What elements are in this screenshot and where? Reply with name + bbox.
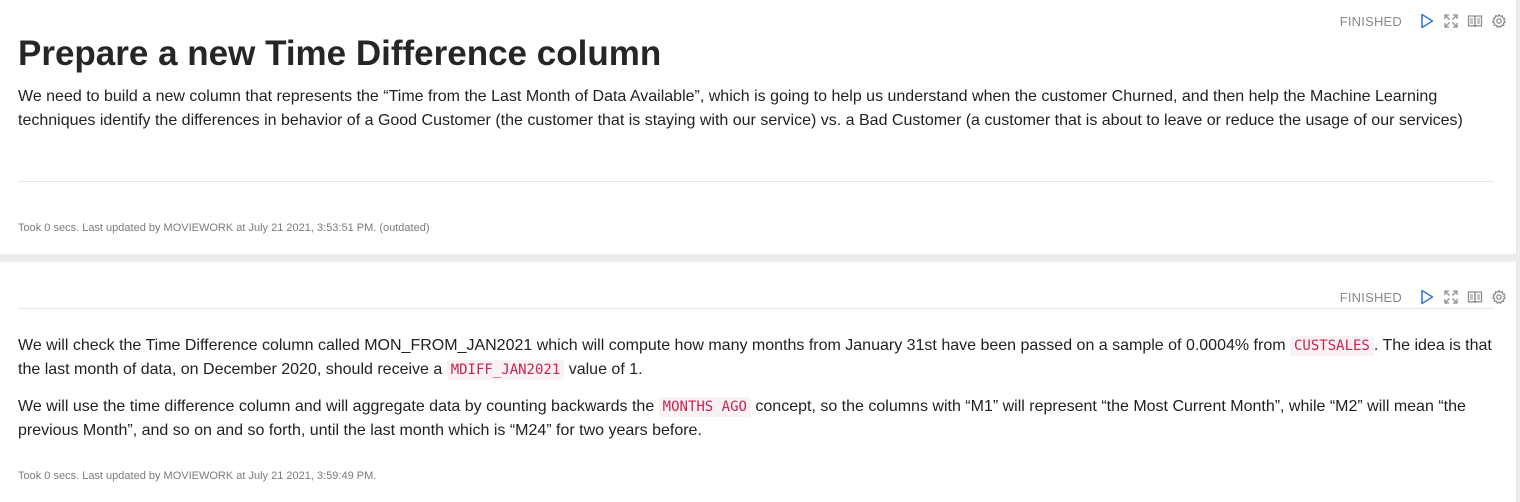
settings-icon[interactable] [1490,288,1508,306]
book-icon[interactable] [1466,288,1484,306]
paragraph-text: We will use the time difference column a… [18,395,1498,443]
status-label: FINISHED [1339,289,1402,305]
paragraph-controls: FINISHED [1340,287,1508,307]
paragraph-controls: FINISHED [1340,11,1508,31]
expand-icon[interactable] [1442,288,1460,306]
run-icon[interactable] [1418,288,1436,306]
book-icon[interactable] [1466,12,1484,30]
paragraph-text: We will check the Time Difference column… [18,334,1498,382]
inline-code: CUSTSALES [1290,336,1374,356]
text-segment: value of 1. [564,361,643,378]
paragraph-footer: Took 0 secs. Last updated by MOVIEWORK a… [18,470,377,482]
page-title: Prepare a new Time Difference column [18,34,662,73]
notebook-paragraph-2: FINISHED We will check the Time Differen… [0,262,1517,502]
paragraph-footer: Took 0 secs. Last updated by MOVIEWORK a… [18,222,430,234]
inline-code: MDIFF_JAN2021 [446,360,565,380]
status-label: FINISHED [1339,13,1402,29]
divider [18,308,1494,309]
notebook-paragraph-1: FINISHED Prepare a new Time Difference c… [0,0,1517,254]
expand-icon[interactable] [1442,12,1460,30]
run-icon[interactable] [1418,12,1436,30]
divider [18,181,1494,182]
text-segment: We will check the Time Difference column… [18,337,1290,354]
text-segment: We will use the time difference column a… [18,398,659,415]
settings-icon[interactable] [1490,12,1508,30]
inline-code: MONTHS AGO [658,397,751,417]
paragraph-text: We need to build a new column that repre… [18,88,1463,129]
